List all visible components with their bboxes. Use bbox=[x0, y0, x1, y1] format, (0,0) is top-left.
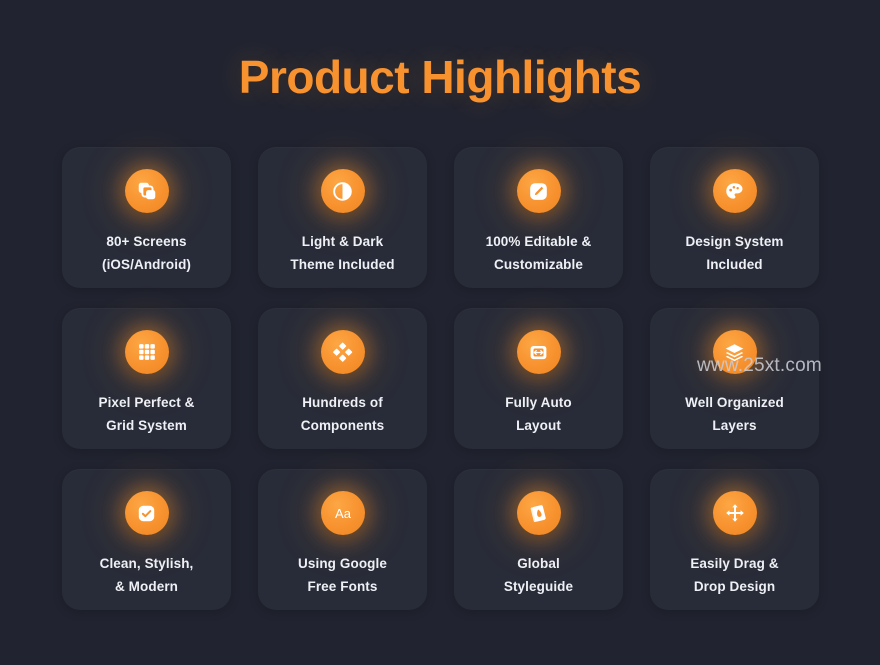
feature-card[interactable]: Light & Dark Theme Included bbox=[258, 147, 427, 288]
feature-card-label: Global Styleguide bbox=[454, 552, 623, 598]
feature-card-label: Hundreds of Components bbox=[258, 391, 427, 437]
auto-layout-icon bbox=[516, 330, 561, 374]
feature-card[interactable]: Hundreds of Components bbox=[258, 308, 427, 449]
feature-label-line2: Layout bbox=[516, 418, 561, 434]
pencil-square-icon bbox=[516, 169, 561, 213]
feature-card[interactable]: 80+ Screens (iOS/Android) bbox=[62, 147, 231, 288]
feature-label-line1: Pixel Perfect & bbox=[98, 395, 195, 410]
feature-label-line2: Drop Design bbox=[693, 579, 776, 595]
feature-label-line1: Easily Drag & bbox=[690, 556, 779, 571]
feature-label-line2: Grid System bbox=[106, 418, 187, 434]
four-diamonds-icon bbox=[320, 330, 365, 374]
contrast-circle-icon bbox=[320, 169, 365, 213]
feature-card[interactable]: 100% Editable & Customizable bbox=[454, 147, 623, 288]
feature-label-line1: Clean, Stylish, bbox=[99, 556, 194, 571]
feature-label-line1: 100% Editable & bbox=[485, 234, 592, 249]
feature-card-label: Design System Included bbox=[650, 230, 819, 276]
feature-card-label: Fully Auto Layout bbox=[454, 391, 623, 437]
feature-label-line2: & Modern bbox=[114, 579, 179, 595]
feature-label-line2: Included bbox=[706, 257, 763, 273]
feature-label-line2: Layers bbox=[712, 418, 757, 434]
feature-label-line1: 80+ Screens bbox=[106, 234, 187, 249]
typography-aa-icon: Aa bbox=[320, 491, 365, 535]
feature-card[interactable]: Well Organized Layers bbox=[650, 308, 819, 449]
feature-label-line1: Hundreds of bbox=[302, 395, 383, 410]
feature-card[interactable]: Pixel Perfect & Grid System bbox=[62, 308, 231, 449]
feature-card[interactable]: Clean, Stylish, & Modern bbox=[62, 469, 231, 610]
move-arrows-icon bbox=[712, 491, 757, 535]
feature-label-line1: Global bbox=[517, 556, 560, 571]
styleguide-book-icon bbox=[516, 491, 561, 535]
feature-card-label: Light & Dark Theme Included bbox=[258, 230, 427, 276]
paint-palette-icon bbox=[712, 169, 757, 213]
feature-label-line2: Free Fonts bbox=[307, 579, 378, 595]
svg-text:Aa: Aa bbox=[335, 506, 352, 521]
feature-card[interactable]: Global Styleguide bbox=[454, 469, 623, 610]
feature-card[interactable]: Fully Auto Layout bbox=[454, 308, 623, 449]
copy-layers-icon bbox=[124, 169, 169, 213]
feature-label-line2: Customizable bbox=[494, 257, 583, 273]
feature-card-label: Pixel Perfect & Grid System bbox=[62, 391, 231, 437]
feature-card[interactable]: Easily Drag & Drop Design bbox=[650, 469, 819, 610]
feature-cards-grid: 80+ Screens (iOS/Android) Light & Dark T… bbox=[62, 147, 819, 610]
highlights-page: Product Highlights 80+ Screens (iOS/Andr… bbox=[0, 0, 880, 665]
grid-dots-icon bbox=[124, 330, 169, 374]
feature-card-label: Well Organized Layers bbox=[650, 391, 819, 437]
feature-label-line1: Using Google bbox=[298, 556, 387, 571]
feature-card-label: Easily Drag & Drop Design bbox=[650, 552, 819, 598]
feature-card-label: 100% Editable & Customizable bbox=[454, 230, 623, 276]
checkbox-check-icon bbox=[124, 491, 169, 535]
feature-label-line2: (iOS/Android) bbox=[101, 257, 192, 273]
feature-label-line2: Components bbox=[300, 418, 385, 434]
feature-card[interactable]: Aa Using Google Free Fonts bbox=[258, 469, 427, 610]
feature-card-label: Clean, Stylish, & Modern bbox=[62, 552, 231, 598]
feature-label-line2: Styleguide bbox=[503, 579, 574, 595]
page-title: Product Highlights bbox=[238, 51, 642, 103]
feature-label-line1: Design System bbox=[685, 234, 784, 249]
feature-label-line1: Well Organized bbox=[685, 395, 784, 410]
feature-card-label: Using Google Free Fonts bbox=[258, 552, 427, 598]
feature-label-line2: Theme Included bbox=[290, 257, 395, 273]
feature-label-line1: Light & Dark bbox=[301, 234, 384, 249]
feature-card[interactable]: Design System Included bbox=[650, 147, 819, 288]
layers-stack-icon bbox=[712, 330, 757, 374]
feature-card-label: 80+ Screens (iOS/Android) bbox=[62, 230, 231, 276]
feature-label-line1: Fully Auto bbox=[505, 395, 572, 410]
